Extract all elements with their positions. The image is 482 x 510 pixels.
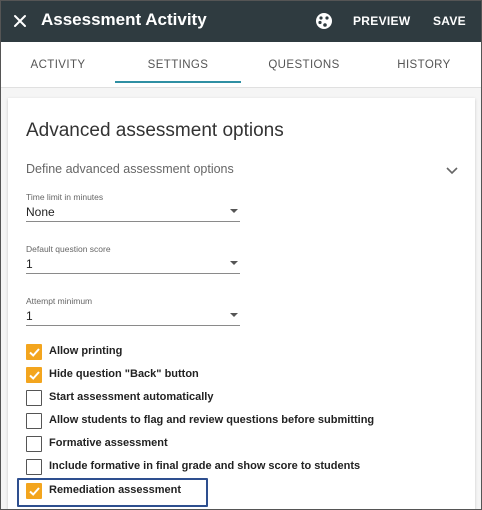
attempt-minimum-label: Attempt minimum [26, 296, 93, 306]
tab-history[interactable]: HISTORY [367, 42, 481, 88]
dropdown-arrow-icon [230, 261, 238, 265]
app-window: Assessment Activity PREVIEW SAVE ACTIVIT… [0, 0, 482, 510]
checkmark-icon [29, 348, 40, 357]
checkbox-label: Allow students to flag and review questi… [49, 414, 375, 426]
dropdown-arrow-icon [230, 313, 238, 317]
advanced-options-card: Advanced assessment options Define advan… [8, 98, 475, 509]
checkbox-label: Hide question "Back" button [49, 368, 199, 380]
default-score-value: 1 [26, 257, 33, 271]
checkbox-box[interactable] [26, 459, 42, 475]
checkbox-box[interactable] [26, 367, 42, 383]
preview-button[interactable]: PREVIEW [353, 14, 410, 28]
tab-questions[interactable]: QUESTIONS [241, 42, 367, 88]
checkbox-box[interactable] [26, 390, 42, 406]
close-icon[interactable] [10, 11, 30, 31]
checkbox-label: Include formative in final grade and sho… [49, 460, 361, 472]
checkmark-icon [29, 371, 40, 380]
time-limit-label: Time limit in minutes [26, 192, 104, 202]
active-tab-indicator [115, 81, 241, 83]
tab-bar: ACTIVITY SETTINGS QUESTIONS HISTORY [1, 42, 481, 88]
checkbox-label: Formative assessment [49, 437, 168, 449]
top-app-bar: Assessment Activity PREVIEW SAVE [1, 1, 481, 42]
default-score-label: Default question score [26, 244, 111, 254]
page-title: Assessment Activity [41, 10, 207, 29]
checkbox-label: Start assessment automatically [49, 391, 214, 403]
checkbox-label: Remediation assessment [49, 484, 182, 496]
section-title: Advanced assessment options [26, 120, 284, 141]
checkbox-box[interactable] [26, 344, 42, 360]
attempt-minimum-select[interactable]: Attempt minimum 1 [26, 296, 240, 326]
tab-activity[interactable]: ACTIVITY [1, 42, 115, 88]
dropdown-arrow-icon [230, 209, 238, 213]
attempt-minimum-value: 1 [26, 309, 33, 323]
time-limit-select[interactable]: Time limit in minutes None [26, 192, 240, 222]
default-score-select[interactable]: Default question score 1 [26, 244, 240, 274]
checkbox-box[interactable] [26, 413, 42, 429]
time-limit-value: None [26, 205, 55, 219]
checkbox-box[interactable] [26, 483, 42, 499]
checkbox-label: Allow printing [49, 345, 123, 357]
chevron-down-icon[interactable] [444, 162, 460, 178]
checkbox-box[interactable] [26, 436, 42, 452]
save-button[interactable]: SAVE [433, 14, 466, 28]
checkmark-icon [29, 487, 40, 496]
section-subtitle: Define advanced assessment options [26, 162, 234, 176]
palette-icon[interactable] [314, 11, 334, 31]
